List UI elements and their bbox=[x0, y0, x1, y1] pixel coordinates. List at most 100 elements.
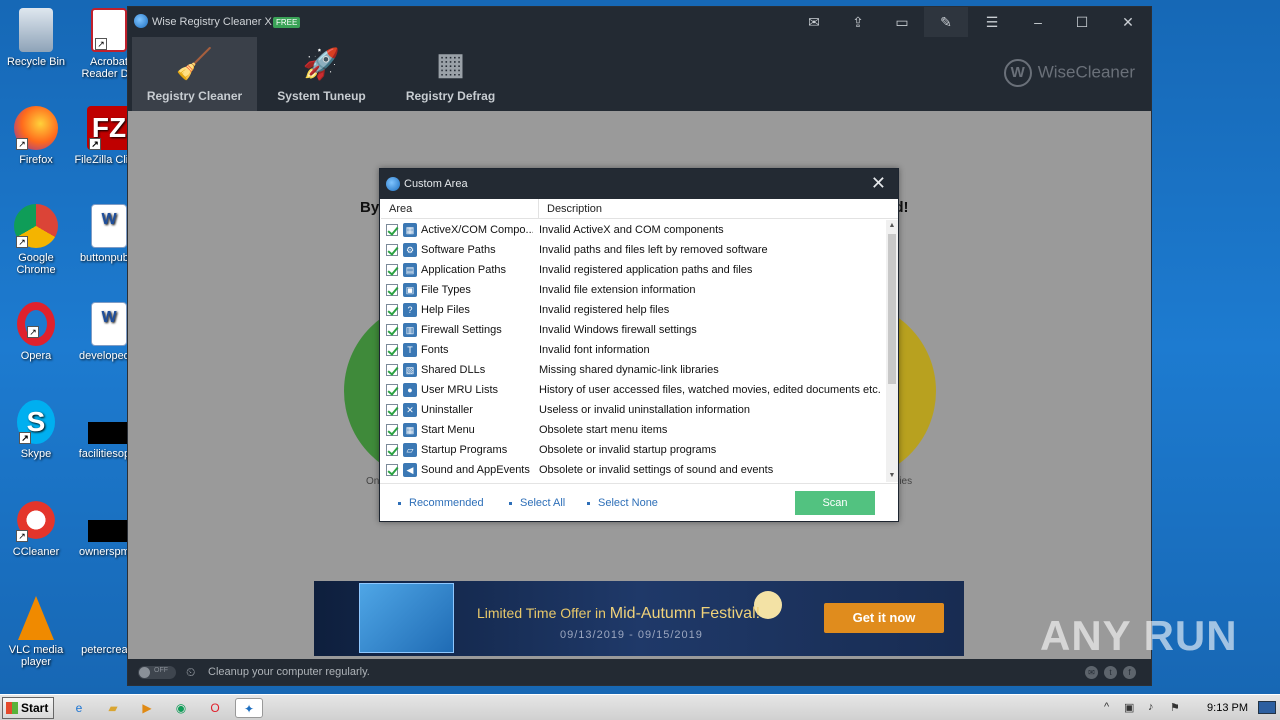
desktop-icon-chrome[interactable]: ↗ Google Chrome bbox=[1, 204, 71, 276]
taskbar-clock[interactable]: 9:13 PM bbox=[1207, 702, 1248, 714]
desktop-icon-firefox[interactable]: ↗ Firefox bbox=[1, 106, 71, 166]
banner-dates: 09/13/2019 - 09/15/2019 bbox=[560, 629, 703, 641]
opera-taskbar-icon[interactable]: O bbox=[204, 698, 226, 718]
menu-icon[interactable]: ☰ bbox=[970, 7, 1014, 37]
toggle-knob bbox=[139, 667, 150, 678]
tray-expand-icon[interactable]: ^ bbox=[1104, 701, 1109, 713]
scroll-up-arrow-icon[interactable]: ▲ bbox=[886, 220, 898, 232]
wise-registry-taskbar-icon[interactable]: ✦ bbox=[235, 698, 263, 718]
scroll-thumb[interactable] bbox=[888, 234, 896, 384]
dialog-title: Custom Area bbox=[404, 178, 468, 190]
network-icon[interactable]: ▣ bbox=[1124, 701, 1134, 714]
desktop-icon-label: Firefox bbox=[19, 154, 53, 166]
brand-name: WiseCleaner bbox=[1037, 62, 1135, 82]
dialog-title-bar: Custom Area ✕ bbox=[380, 169, 898, 199]
scroll-down-arrow-icon[interactable]: ▼ bbox=[886, 470, 898, 482]
area-row[interactable]: ⚙ Software Paths Invalid paths and files l… bbox=[381, 240, 886, 260]
area-checkbox[interactable] bbox=[386, 284, 398, 296]
area-row[interactable]: ▧ Shared DLLs Missing shared dynamic-link … bbox=[381, 360, 886, 380]
action-center-flag-icon[interactable]: ⚑ bbox=[1170, 701, 1180, 714]
recommended-link[interactable]: Recommended bbox=[398, 497, 484, 509]
area-checkbox[interactable] bbox=[386, 324, 398, 336]
area-row[interactable]: ▦ Start Menu Obsolete start menu items bbox=[381, 420, 886, 440]
redaction-bar bbox=[88, 520, 128, 542]
free-badge: FREE bbox=[273, 17, 301, 28]
get-it-now-button[interactable]: Get it now bbox=[824, 603, 944, 633]
column-header: Area Description bbox=[381, 199, 898, 219]
facebook-icon[interactable]: f bbox=[1123, 666, 1136, 679]
area-checkbox[interactable] bbox=[386, 304, 398, 316]
area-row[interactable]: ▥ Firewall Settings Invalid Windows firewa… bbox=[381, 320, 886, 340]
area-checkbox[interactable] bbox=[386, 464, 398, 476]
uninstaller-icon: ✕ bbox=[403, 403, 417, 417]
settings-wrench-icon[interactable]: ✎ bbox=[924, 7, 968, 37]
area-description: Invalid paths and files left by removed … bbox=[539, 244, 768, 256]
select-none-link[interactable]: Select None bbox=[587, 497, 658, 509]
chrome-taskbar-icon[interactable]: ◉ bbox=[170, 698, 192, 718]
auto-clean-toggle[interactable]: OFF bbox=[138, 666, 176, 679]
area-checkbox[interactable] bbox=[386, 404, 398, 416]
volume-icon[interactable]: ♪ bbox=[1148, 701, 1154, 713]
file-types-icon: ▣ bbox=[403, 283, 417, 297]
area-checkbox[interactable] bbox=[386, 224, 398, 236]
area-checkbox[interactable] bbox=[386, 344, 398, 356]
recycle-bin-icon bbox=[19, 8, 53, 52]
toggle-label: OFF bbox=[154, 667, 168, 674]
maximize-button[interactable]: ☐ bbox=[1060, 7, 1104, 37]
area-row[interactable]: ✕ Uninstaller Useless or invalid uninstall… bbox=[381, 400, 886, 420]
area-checkbox[interactable] bbox=[386, 384, 398, 396]
select-all-link[interactable]: Select All bbox=[509, 497, 565, 509]
media-player-taskbar-icon[interactable]: ▶ bbox=[136, 698, 158, 718]
start-menu-icon: ▦ bbox=[403, 423, 417, 437]
filezilla-icon: FZ ↗ bbox=[87, 106, 131, 150]
area-row[interactable]: ◀ Sound and AppEvents Obsolete or invalid … bbox=[381, 460, 886, 480]
upgrade-icon[interactable]: ⇪ bbox=[836, 7, 880, 37]
ie-taskbar-icon[interactable]: e bbox=[68, 698, 90, 718]
area-description: Obsolete or invalid settings of sound an… bbox=[539, 464, 774, 476]
column-divider[interactable] bbox=[538, 199, 539, 219]
area-row[interactable]: ● User MRU Lists History of user accessed … bbox=[381, 380, 886, 400]
mail-icon[interactable]: ✉ bbox=[792, 7, 836, 37]
bullet-icon bbox=[398, 501, 401, 505]
area-checkbox[interactable] bbox=[386, 364, 398, 376]
tab-registry-cleaner[interactable]: 🧹 Registry Cleaner bbox=[132, 37, 257, 111]
tab-registry-defrag[interactable]: ▦ Registry Defrag bbox=[388, 37, 513, 111]
close-icon[interactable]: ✕ bbox=[871, 174, 886, 192]
feedback-icon[interactable]: ▭ bbox=[880, 7, 924, 37]
area-row[interactable]: ▣ File Types Invalid file extension inform… bbox=[381, 280, 886, 300]
scan-button[interactable]: Scan bbox=[795, 491, 875, 515]
area-checkbox[interactable] bbox=[386, 444, 398, 456]
desktop-icon-skype[interactable]: S ↗ Skype bbox=[1, 400, 71, 460]
email-share-icon[interactable]: ✉ bbox=[1085, 666, 1098, 679]
area-checkbox[interactable] bbox=[386, 424, 398, 436]
clock-icon: ⏲ bbox=[186, 665, 196, 679]
desktop-icon-vlc[interactable]: VLC media player bbox=[1, 596, 71, 668]
desktop-icon-ccleaner[interactable]: ↗ CCleaner bbox=[1, 498, 71, 558]
dll-icon: ▧ bbox=[403, 363, 417, 377]
area-row[interactable]: ▱ Startup Programs Obsolete or invalid sta… bbox=[381, 440, 886, 460]
list-scrollbar[interactable]: ▲ ▼ bbox=[886, 220, 898, 482]
minimize-button[interactable]: – bbox=[1016, 7, 1060, 37]
area-row[interactable]: T Fonts Invalid font information bbox=[381, 340, 886, 360]
area-row[interactable]: ? Help Files Invalid registered help files bbox=[381, 300, 886, 320]
promo-banner[interactable]: Limited Time Offer in Mid-Autumn Festiva… bbox=[314, 581, 964, 656]
area-row[interactable]: ▦ ActiveX/COM Compo... Invalid ActiveX and… bbox=[381, 220, 886, 240]
area-description: Invalid registered help files bbox=[539, 304, 670, 316]
column-header-area[interactable]: Area bbox=[389, 203, 412, 215]
desktop-icon-opera[interactable]: ↗ Opera bbox=[1, 302, 71, 362]
app-logo-icon bbox=[134, 14, 148, 28]
title-bar: Wise Registry Cleaner X FREE ✉ ⇪ ▭ ✎ ☰ –… bbox=[128, 7, 1151, 37]
show-desktop-button[interactable] bbox=[1258, 701, 1276, 714]
column-header-description[interactable]: Description bbox=[547, 203, 602, 215]
twitter-icon[interactable]: t bbox=[1104, 666, 1117, 679]
explorer-taskbar-icon[interactable]: ▰ bbox=[102, 698, 124, 718]
start-label: Start bbox=[21, 701, 49, 715]
area-checkbox[interactable] bbox=[386, 264, 398, 276]
start-button[interactable]: Start bbox=[2, 697, 54, 719]
tab-system-tuneup[interactable]: 🚀 System Tuneup bbox=[259, 37, 384, 111]
chrome-icon: ↗ bbox=[14, 204, 58, 248]
close-button[interactable]: ✕ bbox=[1106, 7, 1150, 37]
desktop-icon-recycle-bin[interactable]: Recycle Bin bbox=[1, 8, 71, 68]
area-row[interactable]: ▤ Application Paths Invalid registered app… bbox=[381, 260, 886, 280]
area-checkbox[interactable] bbox=[386, 244, 398, 256]
